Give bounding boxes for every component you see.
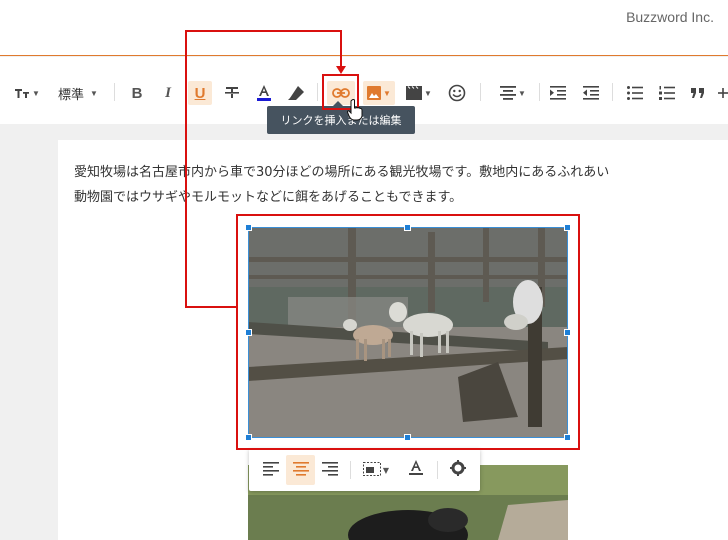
annotation-overlay (185, 30, 580, 450)
hand-cursor-icon (347, 99, 363, 121)
annotation-arrowhead (336, 66, 346, 74)
annotation-arrow-line (185, 30, 342, 308)
image-highlight-box (236, 214, 580, 450)
